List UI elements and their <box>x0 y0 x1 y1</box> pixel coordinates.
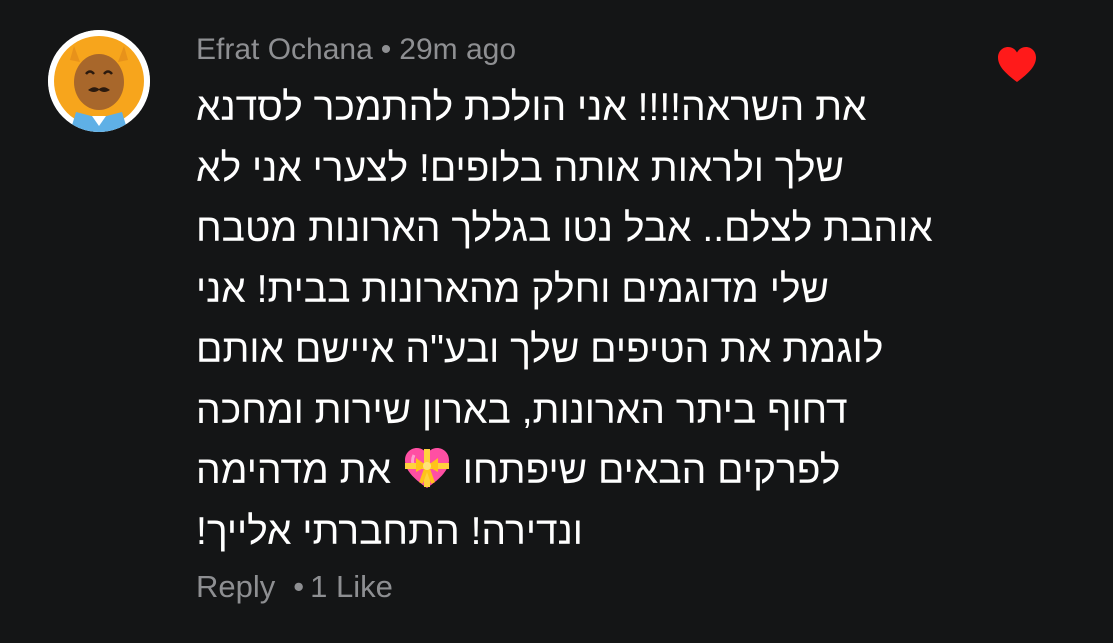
footer-separator: • <box>293 569 305 604</box>
comment-body: את השראה!!!! אני הולכת להתמכר לסדנא שלך … <box>196 78 986 562</box>
author-name[interactable]: Efrat Ochana <box>196 33 373 66</box>
comment-line: את השראה!!!! אני הולכת להתמכר לסדנא <box>196 86 867 129</box>
avatar-illustration <box>48 30 150 132</box>
like-count[interactable]: 1 Like <box>310 569 393 604</box>
avatar[interactable] <box>48 30 150 132</box>
comment-line: שלי מדוגמים וחלק מהארונות בבית! אני <box>196 267 829 311</box>
heart-with-ribbon-icon <box>402 445 452 491</box>
meta-separator: • <box>380 33 392 66</box>
comment-line: ונדירה! התחברתי אלייך! <box>196 509 583 553</box>
comment-line: שלך ולראות אותה בלופים! לצערי אני לא <box>196 146 844 190</box>
like-button[interactable] <box>996 44 1038 86</box>
comment-meta: Efrat Ochana • 29m ago <box>196 30 516 70</box>
comment-line-part: את מדהימה <box>196 449 392 492</box>
comment-line: אוהבת לצלם.. אבל נטו בגללך הארונות מטבח <box>196 207 933 250</box>
timestamp: 29m ago <box>399 33 517 66</box>
reply-button[interactable]: Reply <box>196 569 275 604</box>
comment: Efrat Ochana • 29m ago את השראה!!!! אני הו… <box>0 0 1113 643</box>
comment-footer: Reply • 1 Like <box>196 567 393 607</box>
comment-line-with-emoji: לפרקים הבאים שיפתחו את מדהימה <box>196 441 986 502</box>
comment-line: דחוף ביתר הארונות, בארון שירות ומחכה <box>196 388 848 432</box>
comment-line: לוגמת את הטיפים שלך ובע"ה איישם אותם <box>196 328 884 371</box>
heart-icon <box>998 47 1036 82</box>
comment-line-part: לפרקים הבאים שיפתחו <box>462 449 841 492</box>
